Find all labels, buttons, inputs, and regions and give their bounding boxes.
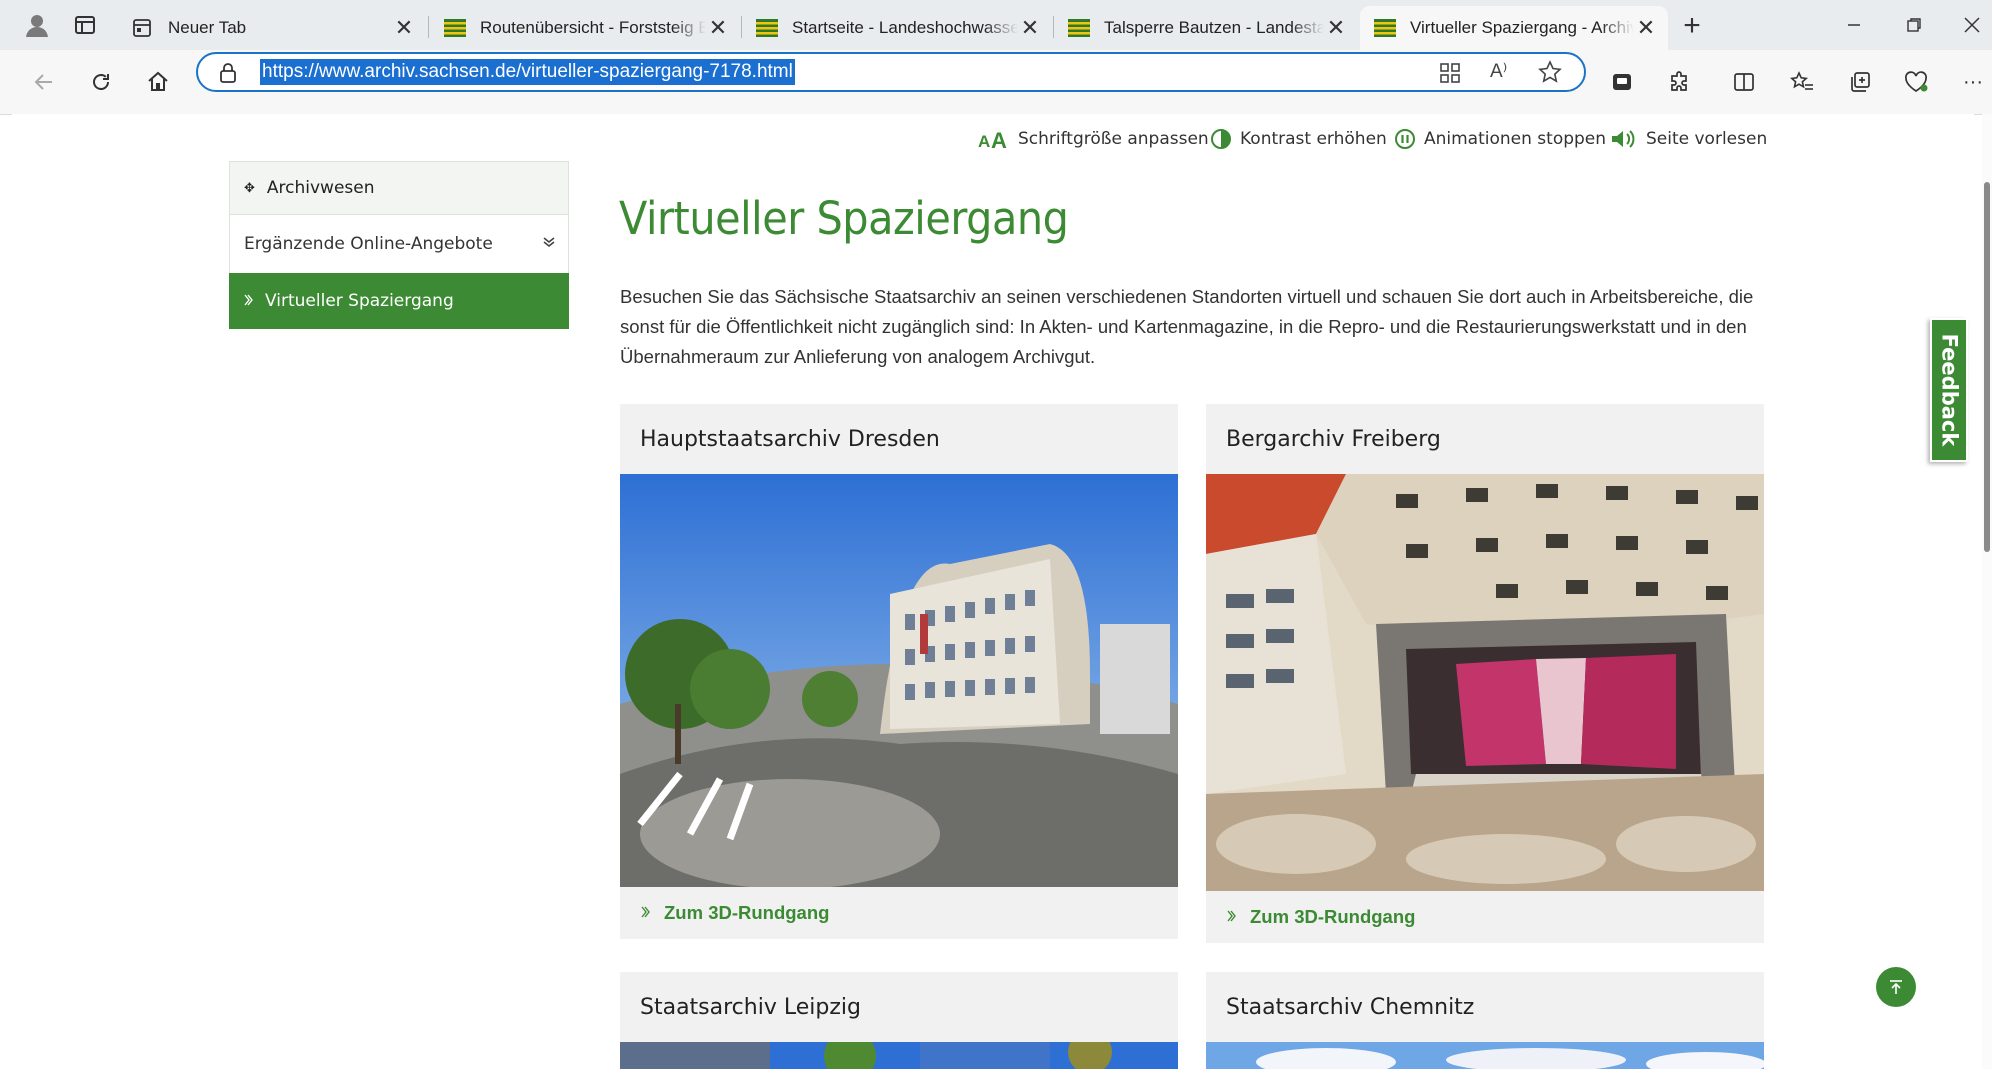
browser-essentials-icon[interactable] — [1898, 64, 1934, 100]
favorite-star-icon[interactable] — [1538, 60, 1562, 89]
card-link-3d-tour[interactable]: Zum 3D-Rundgang — [620, 887, 1178, 939]
read-aloud-toggle[interactable]: Seite vorlesen — [1610, 128, 1767, 150]
card-staatsarchiv-leipzig: Staatsarchiv Leipzig — [620, 972, 1178, 1069]
tab-routenuebersicht[interactable]: Routenübersicht - Forststeig Elbsandstei… — [430, 6, 740, 50]
feedback-label: Feedback — [1937, 333, 1962, 447]
card-link-3d-tour[interactable]: Zum 3D-Rundgang — [1206, 891, 1764, 943]
card-title: Staatsarchiv Leipzig — [640, 994, 861, 1020]
read-aloud-label: Seite vorlesen — [1646, 129, 1768, 149]
sidebar-item-label: Ergänzende Online-Angebote — [244, 234, 493, 254]
split-screen-icon[interactable] — [1726, 64, 1762, 100]
panorama-image-chemnitz[interactable] — [1206, 1042, 1764, 1069]
feedback-tab[interactable]: Feedback — [1930, 318, 1968, 462]
font-size-icon: AA — [978, 128, 1007, 150]
home-icon[interactable] — [140, 64, 176, 100]
contrast-icon — [1211, 129, 1231, 149]
chevron-right-icon — [640, 906, 650, 921]
contrast-toggle[interactable]: Kontrast erhöhen — [1210, 128, 1387, 150]
scroll-to-top-button[interactable] — [1876, 967, 1916, 1007]
contrast-label: Kontrast erhöhen — [1240, 129, 1387, 149]
card-hauptstaatsarchiv-dresden: Hauptstaatsarchiv Dresden Zum 3D-Rundgan… — [620, 404, 1178, 939]
card-bergarchiv-freiberg: Bergarchiv Freiberg Zum 3D-Rundgang — [1206, 404, 1764, 943]
sidebar-item-label: Virtueller Spaziergang — [265, 291, 454, 311]
extensions-puzzle-icon[interactable] — [1662, 64, 1698, 100]
panorama-image-dresden[interactable] — [620, 474, 1178, 887]
intro-text: Besuchen Sie das Sächsische Staatsarchiv… — [620, 286, 1754, 367]
restore-icon[interactable] — [1894, 8, 1934, 42]
pause-icon — [1395, 129, 1415, 149]
close-tab-icon[interactable]: ✕ — [1324, 15, 1348, 40]
font-size-toggle[interactable]: AA Schriftgröße anpassen — [978, 128, 1209, 150]
tab-landeshochwasserzentrum[interactable]: Startseite - Landeshochwasserzentrum ✕ — [742, 6, 1052, 50]
minimize-icon[interactable] — [1834, 8, 1874, 42]
web-page: AA Schriftgröße anpassen Kontrast erhöhe… — [12, 114, 1974, 1069]
close-tab-icon[interactable]: ✕ — [392, 15, 416, 40]
close-tab-icon[interactable]: ✕ — [1018, 15, 1042, 40]
app-available-icon[interactable] — [1439, 62, 1461, 89]
card-title: Staatsarchiv Chemnitz — [1226, 994, 1475, 1020]
address-bar[interactable]: https://www.archiv.sachsen.de/virtueller… — [196, 52, 1586, 92]
window-close-icon[interactable] — [1952, 8, 1992, 42]
favorites-icon[interactable] — [1784, 64, 1820, 100]
close-tab-icon[interactable]: ✕ — [706, 15, 730, 40]
tab-strip: Neuer Tab ✕ Routenübersicht - Forststeig… — [0, 0, 1992, 50]
tab-title: Talsperre Bautzen - Landestalsperrenverw… — [1104, 18, 1324, 37]
chevron-right-icon — [1226, 910, 1236, 925]
animations-label: Animationen stoppen — [1424, 129, 1607, 149]
saxony-crest-icon — [1068, 18, 1090, 38]
reload-icon[interactable] — [83, 64, 119, 100]
svg-text:A: A — [991, 128, 1007, 150]
new-tab-icon[interactable]: + — [1676, 9, 1708, 42]
newtab-icon — [132, 18, 154, 38]
tab-separator — [428, 16, 429, 38]
url-text[interactable]: https://www.archiv.sachsen.de/virtueller… — [260, 59, 795, 85]
site-info-lock-icon[interactable] — [218, 62, 238, 89]
saxony-crest-icon — [1374, 18, 1396, 38]
font-size-label: Schriftgröße anpassen — [1018, 129, 1209, 149]
tab-new-tab[interactable]: Neuer Tab ✕ — [118, 6, 426, 50]
sidebar-item-label: Archivwesen — [266, 178, 375, 198]
close-tab-icon[interactable]: ✕ — [1634, 15, 1658, 40]
workspaces-icon[interactable] — [70, 10, 100, 40]
card-link-label: Zum 3D-Rundgang — [664, 902, 830, 923]
sidebar-item-archivwesen[interactable]: ✥ Archivwesen — [229, 161, 569, 215]
settings-more-icon[interactable]: ··· — [1955, 64, 1991, 100]
card-link-label: Zum 3D-Rundgang — [1250, 906, 1416, 927]
animations-toggle[interactable]: Animationen stoppen — [1394, 128, 1606, 150]
speaker-icon — [1612, 130, 1635, 148]
card-title: Bergarchiv Freiberg — [1226, 426, 1441, 452]
tab-title: Neuer Tab — [168, 18, 247, 37]
panorama-image-leipzig[interactable] — [620, 1042, 1178, 1069]
card-title: Hauptstaatsarchiv Dresden — [640, 426, 940, 452]
back-icon[interactable] — [26, 64, 62, 100]
page-title: Virtueller Spaziergang — [619, 192, 1069, 245]
read-aloud-icon[interactable]: A⁾ — [1490, 60, 1507, 83]
scrollbar-thumb[interactable] — [1984, 182, 1990, 552]
tab-talsperre-bautzen[interactable]: Talsperre Bautzen - Landestalsperrenverw… — [1054, 6, 1358, 50]
svg-text:A: A — [978, 132, 990, 150]
collections-icon[interactable] — [1842, 64, 1878, 100]
saxony-crest-icon — [756, 18, 778, 38]
arrow-up-icon — [1890, 980, 1902, 994]
chevron-right-icon — [243, 291, 253, 311]
panorama-image-freiberg[interactable] — [1206, 474, 1764, 891]
sidebar-item-virtueller-spaziergang[interactable]: Virtueller Spaziergang — [229, 273, 569, 329]
sidebar-item-online-angebote[interactable]: Ergänzende Online-Angebote — [229, 215, 569, 273]
tab-title: Virtueller Spaziergang - Archivwesen — [1410, 18, 1634, 37]
tab-title: Routenübersicht - Forststeig Elbsandstei… — [480, 18, 706, 37]
crosshair-icon: ✥ — [244, 180, 255, 196]
saxony-crest-icon — [444, 18, 466, 38]
tab-virtueller-spaziergang[interactable]: Virtueller Spaziergang - Archivwesen ✕ — [1360, 6, 1668, 50]
page-scrollbar[interactable] — [1982, 114, 1992, 1069]
profile-icon[interactable] — [22, 10, 52, 40]
sidebar-navigation: ✥ Archivwesen Ergänzende Online-Angebote… — [229, 161, 569, 329]
extension-icon[interactable] — [1604, 64, 1640, 100]
chevron-down-icon[interactable] — [542, 234, 556, 254]
tab-title: Startseite - Landeshochwasserzentrum — [792, 18, 1018, 37]
card-staatsarchiv-chemnitz: Staatsarchiv Chemnitz — [1206, 972, 1764, 1069]
